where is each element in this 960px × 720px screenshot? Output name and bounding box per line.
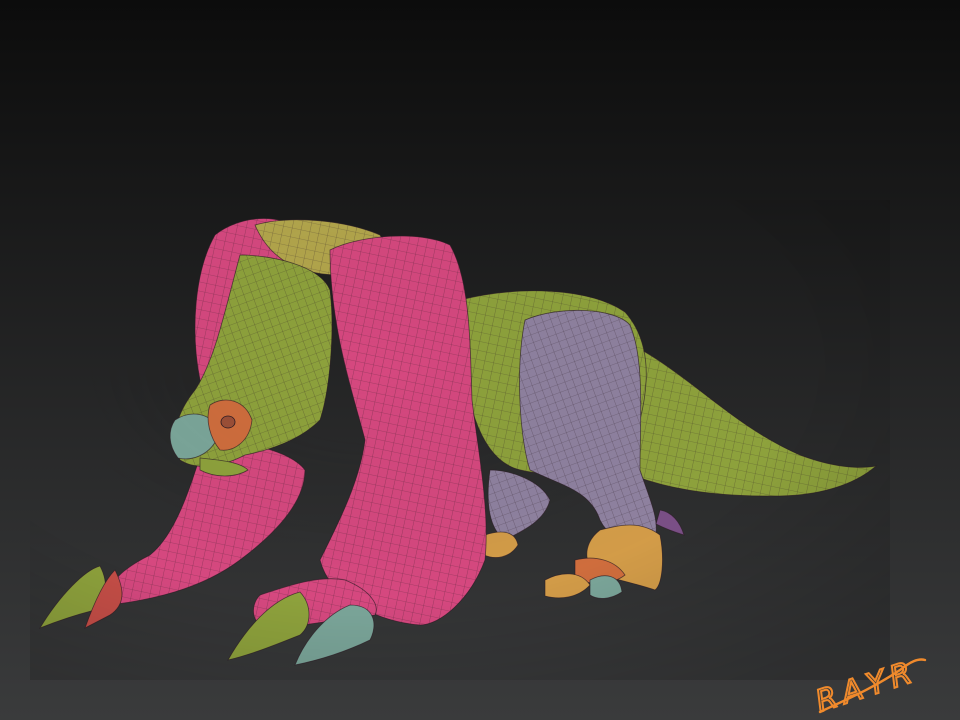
sculpt-viewport: RAYR <box>0 0 960 720</box>
render-canvas: RAYR <box>0 0 960 720</box>
creature-model <box>30 200 890 680</box>
